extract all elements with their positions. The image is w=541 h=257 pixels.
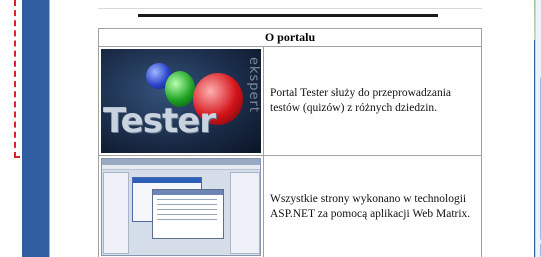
section-header: O portalu [99, 29, 481, 47]
description-text: Portal Tester służy do przeprowadzania t… [270, 87, 452, 114]
table-row: Wszystkie strony wykonano w technologii … [99, 156, 481, 257]
table-row: Tester ekspert Portal Tester służy do pr… [99, 47, 481, 156]
thumb-toolbar [102, 165, 260, 170]
image-cell [99, 156, 264, 257]
browser-frame: O portalu Tester ekspert Portal Tester s… [22, 0, 541, 257]
logo-word: Tester [103, 101, 216, 141]
thumb-right-panel [230, 172, 260, 254]
thumb-left-panel [103, 172, 129, 254]
thumb-text-lines [157, 199, 217, 200]
tester-logo-image: Tester ekspert [101, 49, 261, 153]
callout-vertical-line [14, 0, 16, 158]
top-divider [98, 8, 482, 9]
about-table: O portalu Tester ekspert Portal Tester s… [98, 28, 482, 257]
thumb-window [152, 189, 224, 239]
image-cell: Tester ekspert [99, 47, 264, 155]
vertical-scrollbar[interactable] [535, 0, 541, 257]
logo-vertical-word: ekspert [246, 57, 261, 113]
page-viewport: O portalu Tester ekspert Portal Tester s… [49, 0, 541, 257]
web-matrix-screenshot-image [101, 158, 261, 256]
top-rule [138, 14, 438, 17]
description-text: Wszystkie strony wykonano w technologii … [270, 193, 471, 220]
